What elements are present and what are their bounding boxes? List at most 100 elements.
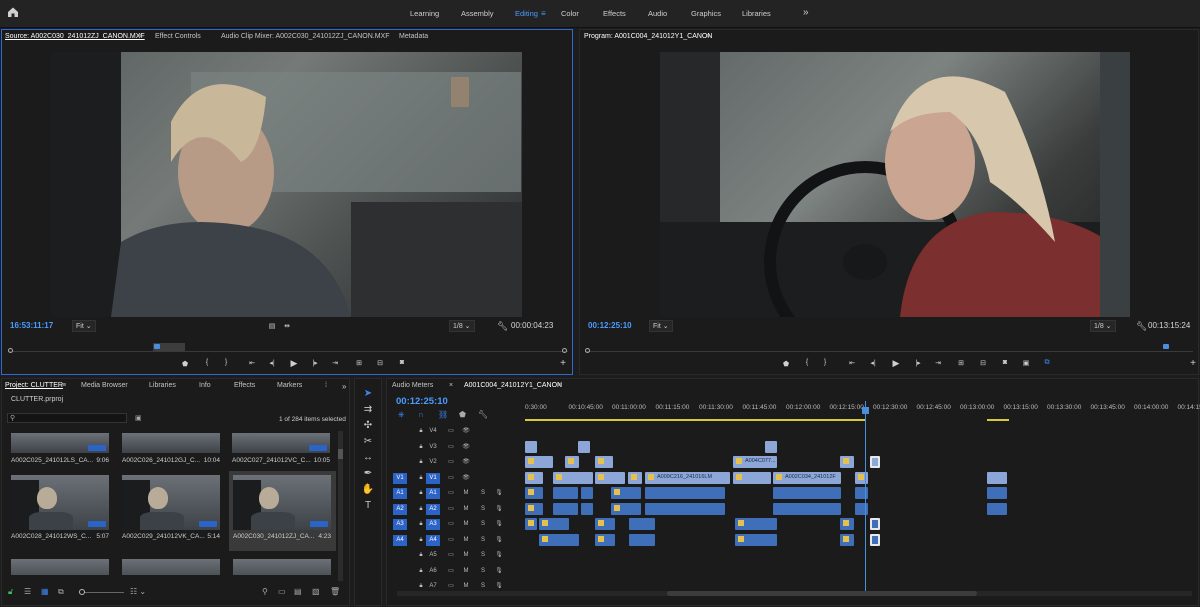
list-item-selected[interactable]: A002C030_241012ZJ_CA... 4:23	[233, 475, 331, 547]
audio-clip[interactable]	[553, 502, 578, 515]
video-clip[interactable]	[628, 471, 642, 484]
wrench-icon[interactable]: 🔧︎	[497, 321, 508, 332]
list-item[interactable]: A002C025_241012LS_CA... 9:06	[11, 433, 109, 464]
zoom-slider[interactable]	[79, 589, 124, 595]
tab-info[interactable]: Info	[199, 382, 211, 389]
button-editor-icon[interactable]: +	[558, 358, 568, 369]
selection-tool-icon[interactable]: ➤	[361, 388, 375, 402]
track-target-a3[interactable]: A3	[426, 519, 440, 530]
mute-button[interactable]: M	[459, 550, 473, 561]
audio-clip[interactable]	[870, 533, 880, 546]
program-scroll-start[interactable]	[585, 348, 590, 353]
program-resolution-select[interactable]: 1/8 ⌄	[1090, 320, 1116, 332]
go-to-in-icon[interactable]: ⇤	[247, 359, 257, 367]
workspace-effects[interactable]: Effects	[603, 9, 626, 18]
source-resolution-select[interactable]: 1/8 ⌄	[449, 320, 475, 332]
automate-to-sequence-icon[interactable]: ▭	[278, 587, 286, 596]
audio-clip[interactable]	[987, 502, 1007, 515]
source-zoom-select[interactable]: Fit ⌄	[72, 320, 96, 332]
extract-icon[interactable]: ⊟	[978, 359, 988, 367]
list-item[interactable]: A002C026_241012GJ_C... 10:04	[122, 433, 220, 464]
tab-program[interactable]: Program: A001C004_241012Y1_CANON	[584, 33, 712, 40]
more-workspaces-button[interactable]: »	[803, 7, 809, 18]
audio-clip[interactable]	[595, 533, 615, 546]
track-target-a4[interactable]: A4	[426, 534, 440, 546]
tab-markers[interactable]: Markers	[277, 382, 302, 389]
program-mark-out-icon[interactable]: }	[820, 359, 830, 366]
program-zoom-select[interactable]: Fit ⌄	[649, 320, 673, 332]
track-target-a2[interactable]: A2	[426, 503, 440, 515]
video-clip[interactable]	[525, 440, 537, 453]
source-scroll-end[interactable]	[562, 348, 567, 353]
track-target-a6[interactable]: A6	[426, 566, 440, 577]
track-target-v4[interactable]: V4	[426, 426, 440, 437]
project-scroll-thumb[interactable]	[338, 449, 343, 459]
overwrite-icon[interactable]: ⊟	[375, 359, 385, 367]
add-marker-icon[interactable]: ⬟	[180, 360, 190, 368]
type-tool-icon[interactable]: T	[361, 500, 375, 514]
solo-button[interactable]: S	[476, 550, 490, 561]
audio-clip[interactable]	[525, 502, 543, 515]
tab-effect-controls[interactable]: Effect Controls	[155, 33, 201, 40]
tab-libraries[interactable]: Libraries	[149, 382, 176, 389]
video-clip[interactable]	[595, 456, 613, 468]
tab-audio-clip-mixer[interactable]: Audio Clip Mixer: A002C030_241012ZJ_CANO…	[221, 33, 389, 40]
workspace-editing[interactable]: Editing	[515, 9, 538, 18]
sort-icon[interactable]: ☷ ⌄	[130, 587, 146, 596]
track-target-v3[interactable]: V3	[426, 442, 440, 453]
solo-button[interactable]: S	[476, 504, 490, 515]
audio-clip[interactable]	[595, 518, 615, 530]
audio-clip[interactable]	[773, 502, 841, 515]
program-playhead[interactable]	[1163, 344, 1169, 349]
track-target-a1[interactable]: A1	[426, 488, 440, 499]
audio-clip[interactable]	[987, 487, 1007, 499]
go-to-out-icon[interactable]: ⇥	[330, 359, 340, 367]
razor-tool-icon[interactable]: ✂	[361, 436, 375, 450]
audio-clip[interactable]	[629, 533, 655, 546]
program-mark-in-icon[interactable]: {	[802, 359, 812, 366]
workspace-menu-icon[interactable]: ≡	[541, 9, 546, 18]
audio-clip[interactable]	[773, 487, 841, 499]
workspace-assembly[interactable]: Assembly	[461, 9, 494, 18]
program-go-to-in-icon[interactable]: ⇤	[847, 359, 857, 367]
program-step-forward-icon[interactable]: |▸	[913, 359, 923, 367]
toggle-output-icon[interactable]: 👁︎	[459, 457, 473, 468]
video-clip[interactable]	[595, 471, 625, 484]
program-tab-menu-icon[interactable]: ≡	[706, 33, 710, 40]
mute-button[interactable]: M	[459, 519, 473, 530]
mute-button[interactable]: M	[459, 535, 473, 546]
voiceover-icon[interactable]: 🎙︎	[492, 488, 506, 499]
program-timecode[interactable]: 00:12:25:10	[588, 321, 632, 330]
sync-lock-icon[interactable]: ▭	[444, 535, 458, 546]
lift-icon[interactable]: ⊞	[956, 359, 966, 367]
program-export-frame-icon[interactable]: ◙	[1000, 359, 1010, 366]
audio-clip[interactable]	[855, 502, 868, 515]
step-back-icon[interactable]: ◂|	[267, 359, 277, 367]
mute-button[interactable]: M	[459, 566, 473, 577]
source-patch-a2[interactable]: A2	[393, 503, 407, 515]
sync-lock-icon[interactable]: ▭	[444, 519, 458, 530]
source-patch-a3[interactable]: A3	[393, 519, 407, 530]
list-item[interactable]: A002C027_241012VC_C... 10:05	[232, 433, 330, 464]
video-clip[interactable]	[840, 456, 854, 468]
linked-selection-icon[interactable]: ⛓︎	[438, 410, 448, 419]
video-clip[interactable]	[525, 456, 553, 468]
track-target-v1[interactable]: V1	[426, 472, 440, 484]
voiceover-icon[interactable]: 🎙︎	[492, 519, 506, 530]
sync-lock-icon[interactable]: ▭	[444, 457, 458, 468]
sync-lock-icon[interactable]: ▭	[444, 473, 458, 484]
workspace-audio[interactable]: Audio	[648, 9, 667, 18]
mute-button[interactable]: M	[459, 488, 473, 499]
list-view-icon[interactable]: ☰	[24, 587, 31, 596]
audio-clip[interactable]	[840, 533, 854, 546]
video-clip[interactable]	[987, 471, 1007, 484]
freeform-view-icon[interactable]: ⧉	[58, 587, 64, 597]
clip-thumbnail[interactable]	[122, 559, 220, 575]
track-select-tool-icon[interactable]: ⇉	[361, 404, 375, 418]
solo-button[interactable]: S	[476, 566, 490, 577]
tab-audio-meters[interactable]: Audio Meters	[392, 382, 433, 389]
audio-clip[interactable]	[581, 487, 593, 499]
source-patch-a4[interactable]: A4	[393, 534, 407, 546]
tab-metadata[interactable]: Metadata	[399, 33, 428, 40]
comparison-view-icon[interactable]: ▣	[1021, 359, 1031, 367]
